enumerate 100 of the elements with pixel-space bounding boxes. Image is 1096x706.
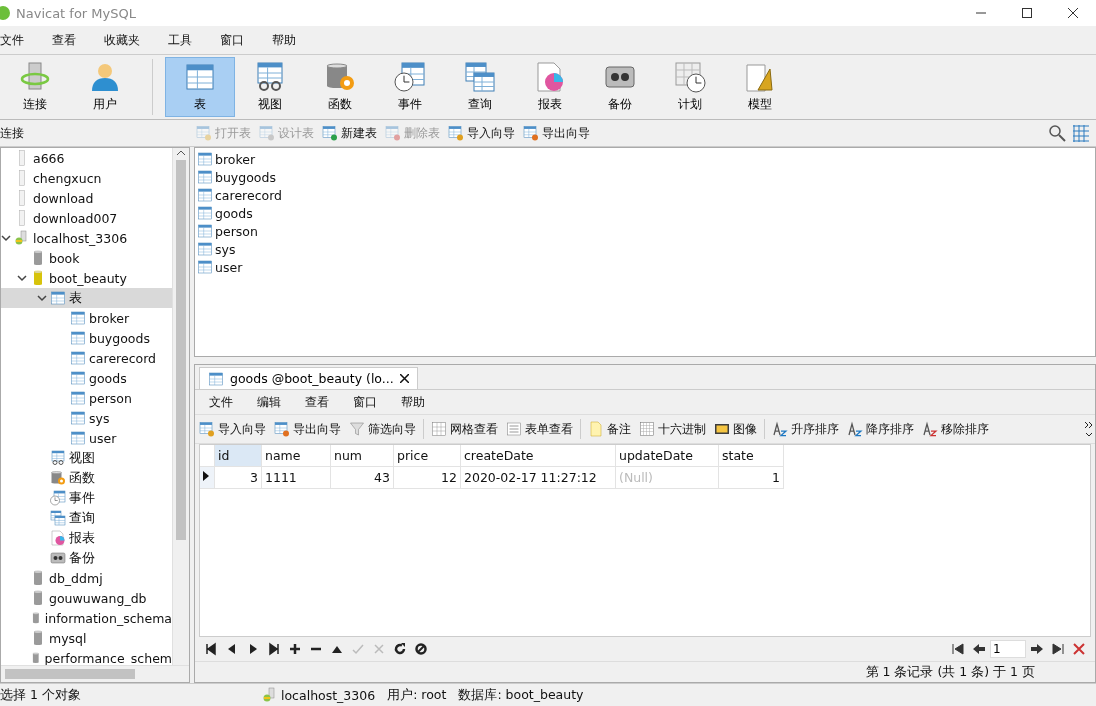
tree-item[interactable]: mysql <box>1 628 172 648</box>
tree-item[interactable]: person <box>1 388 172 408</box>
toolbar-button[interactable]: 备份 <box>585 57 655 117</box>
tree-item[interactable]: boot_beauty <box>1 268 172 288</box>
scrollbar[interactable] <box>1 665 189 682</box>
grid-toolbar-button[interactable]: 十六进制 <box>635 418 710 440</box>
check-icon <box>351 642 365 656</box>
overflow-chevron-icon[interactable] <box>1083 419 1095 439</box>
object-toolbar-button[interactable]: 导出向导 <box>519 122 594 144</box>
table-icon <box>70 390 86 406</box>
table-list-item[interactable]: buygoods <box>197 168 1093 186</box>
glasses-table-icon <box>254 61 286 93</box>
column-header[interactable]: num <box>330 445 394 467</box>
plug-icon <box>14 230 30 246</box>
table-list-item[interactable]: carerecord <box>197 186 1093 204</box>
toolbar-button[interactable]: 模型 <box>725 57 795 117</box>
editor-tab[interactable]: goods @boot_beauty (lo... <box>199 367 418 389</box>
tree-item[interactable]: 表 <box>1 288 172 308</box>
object-toolbar-button[interactable]: 新建表 <box>318 122 381 144</box>
toolbar-button[interactable]: 事件 <box>375 57 445 117</box>
table-cell: 3 <box>214 466 262 489</box>
tree-item[interactable]: gouwuwang_db <box>1 588 172 608</box>
toolbar-button[interactable]: 视图 <box>235 57 305 117</box>
toolbar-button[interactable]: 连接 <box>0 57 70 117</box>
grid-toolbar-button[interactable]: 网格查看 <box>427 418 502 440</box>
grid-toolbar-button[interactable]: 导出向导 <box>270 418 345 440</box>
tree-item[interactable]: chengxucn <box>1 168 172 188</box>
column-header[interactable]: state <box>718 445 784 467</box>
column-header[interactable]: createDate <box>460 445 616 467</box>
column-header[interactable]: name <box>261 445 331 467</box>
tree-item[interactable]: download007 <box>1 208 172 228</box>
toolbar-button[interactable]: 报表 <box>515 57 585 117</box>
grid-toolbar-button[interactable]: 筛选向导 <box>345 418 420 440</box>
menu-item[interactable]: 收藏夹 <box>90 31 154 49</box>
tree-item[interactable]: information_schema <box>1 608 172 628</box>
menu-item[interactable]: 查看 <box>293 393 341 411</box>
left-arrow-icon <box>972 642 986 656</box>
toolbar-button[interactable]: 表 <box>165 57 235 117</box>
search-icon[interactable] <box>1048 124 1066 142</box>
grid-toolbar-button[interactable]: 备注 <box>584 418 635 440</box>
tree-item[interactable]: book <box>1 248 172 268</box>
panel-title: 连接 <box>0 124 25 142</box>
toolbar-button[interactable]: 用户 <box>70 57 140 117</box>
grid-toolbar-button[interactable]: 表单查看 <box>502 418 577 440</box>
column-header[interactable]: price <box>393 445 461 467</box>
scrollbar-thumb[interactable] <box>176 160 186 540</box>
export-icon <box>523 125 539 141</box>
tree-item[interactable]: 报表 <box>1 528 172 548</box>
tree-item[interactable]: sys <box>1 408 172 428</box>
grid-toolbar-button[interactable]: 图像 <box>710 418 761 440</box>
table-cell: 1111 <box>261 466 331 489</box>
tree-item[interactable]: localhost_3306 <box>1 228 172 248</box>
page-field[interactable]: 1 <box>990 640 1026 658</box>
grid-toolbar-button[interactable]: 升序排序 <box>768 418 843 440</box>
menu-item[interactable]: 工具 <box>154 31 206 49</box>
scroll-up-icon[interactable] <box>176 148 186 158</box>
table-list-item[interactable]: broker <box>197 150 1093 168</box>
menu-item[interactable]: 查看 <box>38 31 90 49</box>
tree-item[interactable]: db_ddmj <box>1 568 172 588</box>
grid-toolbar-button[interactable]: 导入向导 <box>195 418 270 440</box>
toolbar-button[interactable]: 函数 <box>305 57 375 117</box>
menu-item[interactable]: 帮助 <box>258 31 310 49</box>
menu-item[interactable]: 帮助 <box>389 393 437 411</box>
grid-view-icon[interactable] <box>1072 124 1090 142</box>
scrollbar-thumb[interactable] <box>5 669 135 679</box>
new-table-icon <box>322 125 338 141</box>
grid-toolbar-button[interactable]: 移除排序 <box>918 418 993 440</box>
table-list-item[interactable]: person <box>197 222 1093 240</box>
tree-item[interactable]: 事件 <box>1 488 172 508</box>
table-list-item[interactable]: sys <box>197 240 1093 258</box>
menu-item[interactable]: 文件 <box>197 393 245 411</box>
menu-item[interactable]: 窗口 <box>341 393 389 411</box>
menu-item[interactable]: 文件 <box>0 31 38 49</box>
toolbar-button[interactable]: 查询 <box>445 57 515 117</box>
tree-item[interactable]: user <box>1 428 172 448</box>
tree-item[interactable]: download <box>1 188 172 208</box>
menu-item[interactable]: 编辑 <box>245 393 293 411</box>
tree-item[interactable]: performance_schem <box>1 648 172 665</box>
tree-item[interactable]: 函数 <box>1 468 172 488</box>
form-icon <box>506 421 522 437</box>
tree-item[interactable]: goods <box>1 368 172 388</box>
scrollbar[interactable] <box>172 148 189 665</box>
table-list-item[interactable]: goods <box>197 204 1093 222</box>
object-toolbar-button[interactable]: 导入向导 <box>444 122 519 144</box>
column-header[interactable]: updateDate <box>615 445 719 467</box>
toolbar-button[interactable]: 计划 <box>655 57 725 117</box>
chevron-down-icon[interactable] <box>1 233 11 243</box>
tree-item[interactable]: broker <box>1 308 172 328</box>
grid-toolbar-button[interactable]: 降序排序 <box>843 418 918 440</box>
tree-item[interactable]: 视图 <box>1 448 172 468</box>
tree-item[interactable]: buygoods <box>1 328 172 348</box>
table-icon <box>70 410 86 426</box>
close-icon[interactable] <box>399 374 409 383</box>
tree-item[interactable]: a666 <box>1 148 172 168</box>
tree-item[interactable]: 备份 <box>1 548 172 568</box>
tree-item[interactable]: 查询 <box>1 508 172 528</box>
table-list-item[interactable]: user <box>197 258 1093 276</box>
menu-item[interactable]: 窗口 <box>206 31 258 49</box>
column-header[interactable]: id <box>214 445 262 467</box>
tree-item[interactable]: carerecord <box>1 348 172 368</box>
